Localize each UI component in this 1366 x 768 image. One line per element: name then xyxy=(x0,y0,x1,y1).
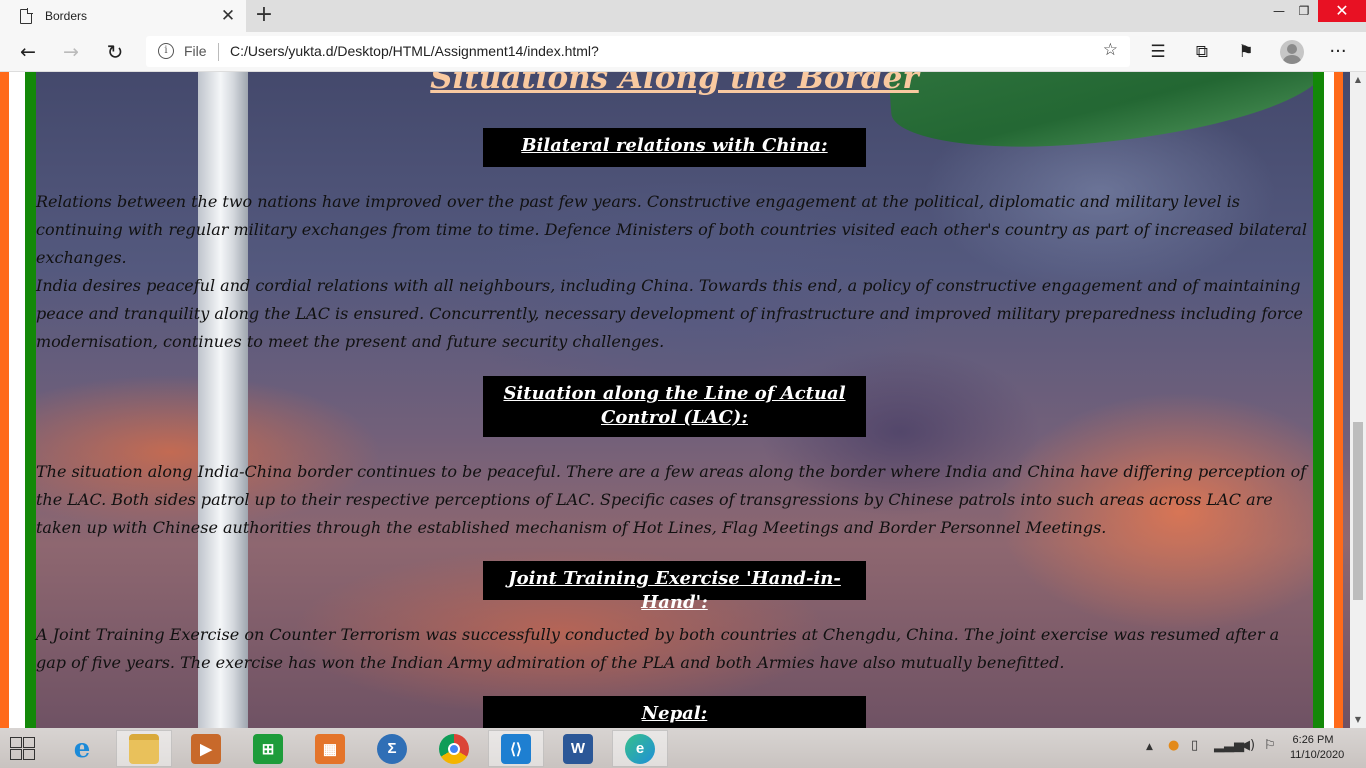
close-window-button[interactable]: ✕ xyxy=(1318,0,1366,22)
clock-date: 11/10/2020 xyxy=(1290,749,1345,761)
section-heading-china: Bilateral relations with China: xyxy=(483,128,866,167)
app-tray-icon[interactable]: ● xyxy=(1168,738,1179,753)
clock-time: 6:26 PM xyxy=(1292,734,1334,746)
office-icon[interactable]: ▦ xyxy=(302,730,358,767)
scroll-down-arrow-icon[interactable]: ▼ xyxy=(1350,712,1366,728)
word-icon[interactable]: W xyxy=(550,730,606,767)
left-white-stripe xyxy=(9,72,25,728)
url-scheme-label: File xyxy=(184,43,207,59)
tab-bar: Borders ✕ + — ❐ ✕ xyxy=(0,0,1366,32)
edge-icon[interactable]: e xyxy=(612,730,668,767)
section-heading-lac: Situation along the Line of Actual Contr… xyxy=(483,376,866,437)
url-text[interactable]: C:/Users/yukta.d/Desktop/HTML/Assignment… xyxy=(230,43,599,59)
collections-button[interactable]: ⧉ xyxy=(1189,39,1215,65)
left-saffron-stripe xyxy=(0,72,9,728)
media-player-icon[interactable]: ▶ xyxy=(178,730,234,767)
action-center-flag-icon[interactable]: ⚐ xyxy=(1264,738,1276,753)
browser-tab[interactable]: Borders ✕ xyxy=(0,0,246,32)
page-viewport: Situations Along the Border Bilateral re… xyxy=(0,72,1350,728)
reload-button[interactable]: ↻ xyxy=(102,39,128,65)
section-heading-exercise: Joint Training Exercise 'Hand-in-Hand': xyxy=(483,561,866,613)
file-explorer-icon[interactable] xyxy=(116,730,172,767)
vertical-scrollbar[interactable]: ▲ ▼ xyxy=(1350,72,1366,728)
vscode-icon[interactable]: ⟨⟩ xyxy=(488,730,544,767)
device-icon[interactable]: ▯ xyxy=(1191,738,1198,753)
scroll-up-arrow-icon[interactable]: ▲ xyxy=(1350,72,1366,88)
chrome-icon[interactable] xyxy=(426,730,482,767)
info-icon[interactable]: i xyxy=(158,43,174,59)
favorites-button[interactable]: ☰ xyxy=(1145,39,1171,65)
forward-button[interactable]: → xyxy=(58,39,84,65)
windows-start-button[interactable] xyxy=(8,736,38,762)
scroll-thumb[interactable] xyxy=(1353,422,1363,600)
minimize-button[interactable]: — xyxy=(1265,0,1293,22)
volume-icon[interactable]: ◀) xyxy=(1240,738,1255,753)
right-saffron-stripe xyxy=(1334,72,1343,728)
store-icon[interactable]: ⊞ xyxy=(240,730,296,767)
right-white-stripe xyxy=(1324,72,1334,728)
address-bar[interactable]: i File C:/Users/yukta.d/Desktop/HTML/Ass… xyxy=(146,36,1130,67)
tab-title: Borders xyxy=(45,9,88,23)
math-input-icon[interactable]: Σ xyxy=(364,730,420,767)
favorite-star-icon[interactable]: ☆ xyxy=(1103,40,1118,60)
profile-avatar[interactable] xyxy=(1280,40,1304,64)
url-separator xyxy=(218,43,219,61)
back-button[interactable]: ← xyxy=(15,39,41,65)
new-tab-button[interactable]: + xyxy=(252,4,276,28)
left-green-stripe xyxy=(25,72,36,728)
section-paragraph: A Joint Training Exercise on Counter Ter… xyxy=(36,625,1280,672)
maximize-button[interactable]: ❐ xyxy=(1290,0,1318,22)
page-title: Situations Along the Border xyxy=(430,72,919,96)
taskbar-clock[interactable]: 6:26 PM 11/10/2020 xyxy=(1290,733,1345,763)
page-icon xyxy=(20,7,33,24)
close-tab-icon[interactable]: ✕ xyxy=(218,6,238,26)
feedback-button[interactable]: ⚑ xyxy=(1233,39,1259,65)
more-menu-button[interactable]: ··· xyxy=(1325,39,1351,65)
section-paragraph: The situation along India-China border c… xyxy=(36,462,1307,537)
right-green-stripe xyxy=(1313,72,1324,728)
section-paragraph: India desires peaceful and cordial relat… xyxy=(36,276,1303,351)
navigation-bar: ← → ↻ i File C:/Users/yukta.d/Desktop/HT… xyxy=(0,32,1366,72)
section-paragraph: Relations between the two nations have i… xyxy=(36,192,1307,267)
section-heading-nepal: Nepal: xyxy=(483,696,866,728)
windows-taskbar: e ▶ ⊞ ▦ Σ ⟨⟩ W e ▲ ● ▯ ▂▃▅ ◀) ⚐ 6:26 PM … xyxy=(0,728,1366,768)
show-hidden-icons-icon[interactable]: ▲ xyxy=(1146,742,1153,752)
internet-explorer-icon[interactable]: e xyxy=(54,730,110,767)
